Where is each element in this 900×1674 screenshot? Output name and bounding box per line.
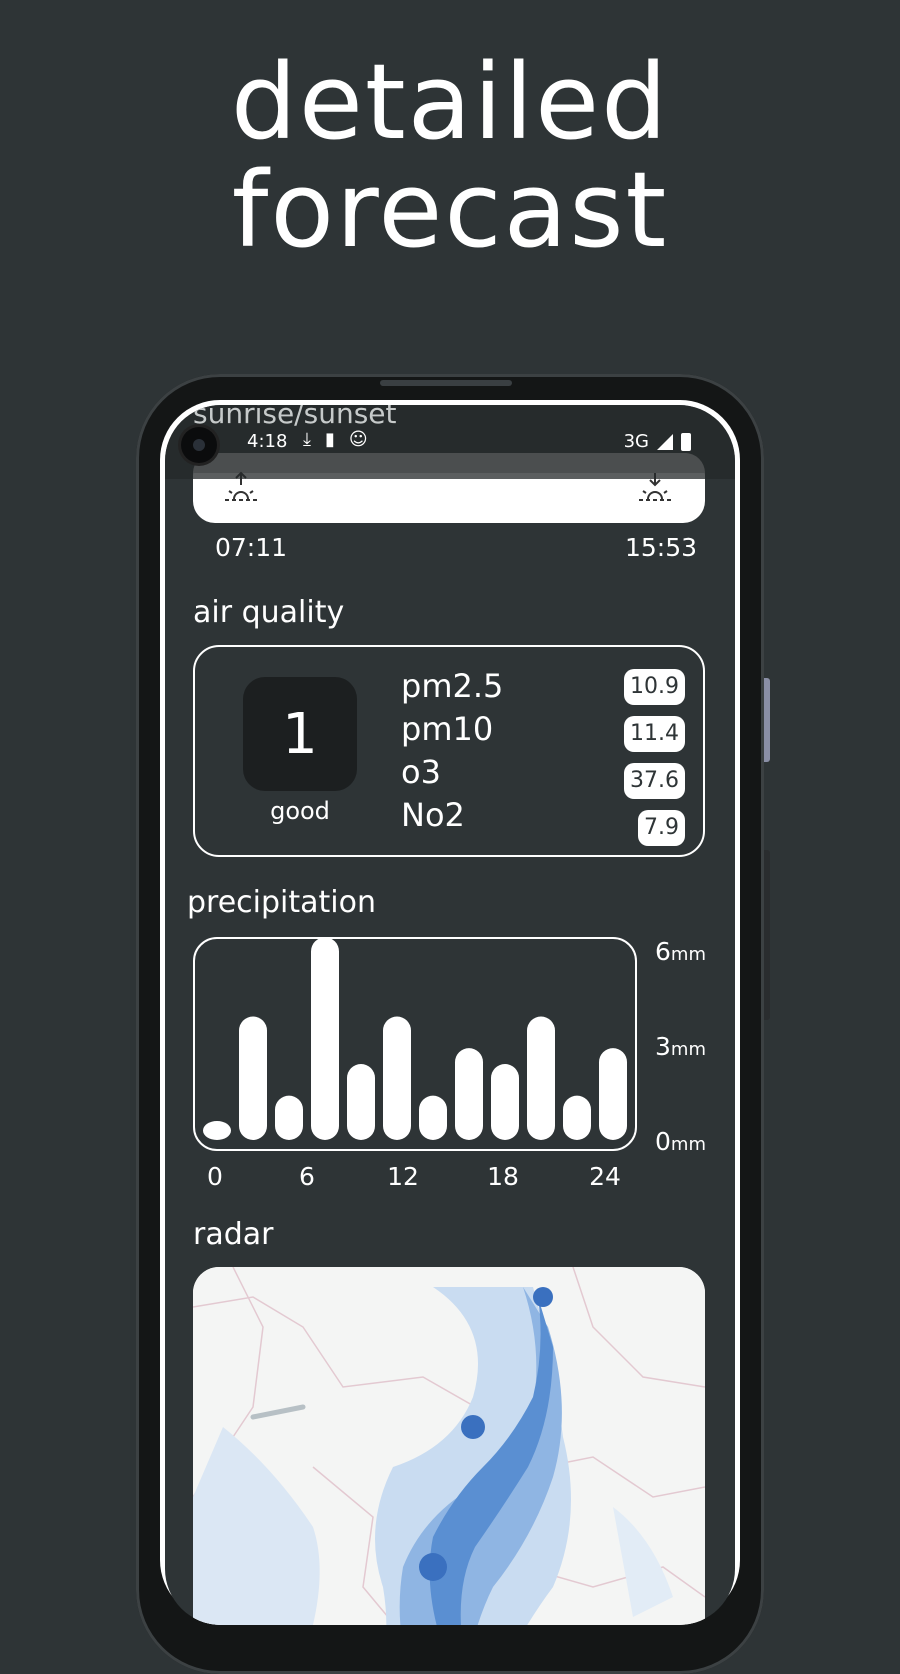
volume-button xyxy=(764,678,770,762)
front-camera xyxy=(181,427,217,463)
precip-bar xyxy=(275,1095,303,1140)
face-icon: ☺ xyxy=(348,429,368,450)
signal-icon xyxy=(657,433,673,450)
precip-bar xyxy=(527,1016,555,1140)
battery-icon xyxy=(681,432,691,451)
radar-map-image xyxy=(193,1267,705,1625)
sd-card-icon: ▮ xyxy=(324,429,335,450)
headline-line-1: detailed xyxy=(230,41,670,163)
precip-bar xyxy=(347,1064,375,1140)
y-tick-label: 3mm xyxy=(655,1032,706,1061)
radar-map[interactable] xyxy=(193,1267,705,1625)
precip-bar xyxy=(383,1016,411,1140)
precip-bar xyxy=(203,1121,231,1140)
x-tick-label: 12 xyxy=(387,1162,419,1191)
headline-line-2: forecast xyxy=(231,149,669,271)
precip-bar xyxy=(491,1064,519,1140)
precip-bar xyxy=(455,1048,483,1140)
precip-bar xyxy=(239,1016,267,1140)
system-icons: 3G xyxy=(624,431,691,452)
power-button xyxy=(764,850,770,1020)
x-tick-label: 6 xyxy=(299,1162,315,1191)
phone-screen[interactable]: sunrise/sunset 4:18 ⤓ ▮ ☺ 3G 07:11 15:53… xyxy=(165,405,735,1625)
y-tick-label: 0mm xyxy=(655,1127,706,1156)
precip-bar xyxy=(311,937,339,1140)
download-icon: ⤓ xyxy=(303,429,311,450)
radar-title: radar xyxy=(193,1217,274,1252)
precip-bar xyxy=(563,1095,591,1140)
x-tick-label: 18 xyxy=(487,1162,519,1191)
x-tick-label: 24 xyxy=(589,1162,621,1191)
earpiece-speaker xyxy=(380,380,512,386)
precip-bar xyxy=(419,1095,447,1140)
status-time: 4:18 xyxy=(247,431,288,452)
precip-bar xyxy=(599,1048,627,1140)
x-tick-label: 0 xyxy=(207,1162,223,1191)
notification-icons: ⤓ ▮ ☺ xyxy=(303,429,368,450)
y-tick-label: 6mm xyxy=(655,937,706,966)
sunrise-sunset-title: sunrise/sunset xyxy=(193,405,397,430)
headline: detailed forecast xyxy=(0,48,900,264)
network-type: 3G xyxy=(623,431,649,452)
precipitation-chart: 0 6 12 18 24 6mm 3mm 0mm xyxy=(203,937,706,1191)
